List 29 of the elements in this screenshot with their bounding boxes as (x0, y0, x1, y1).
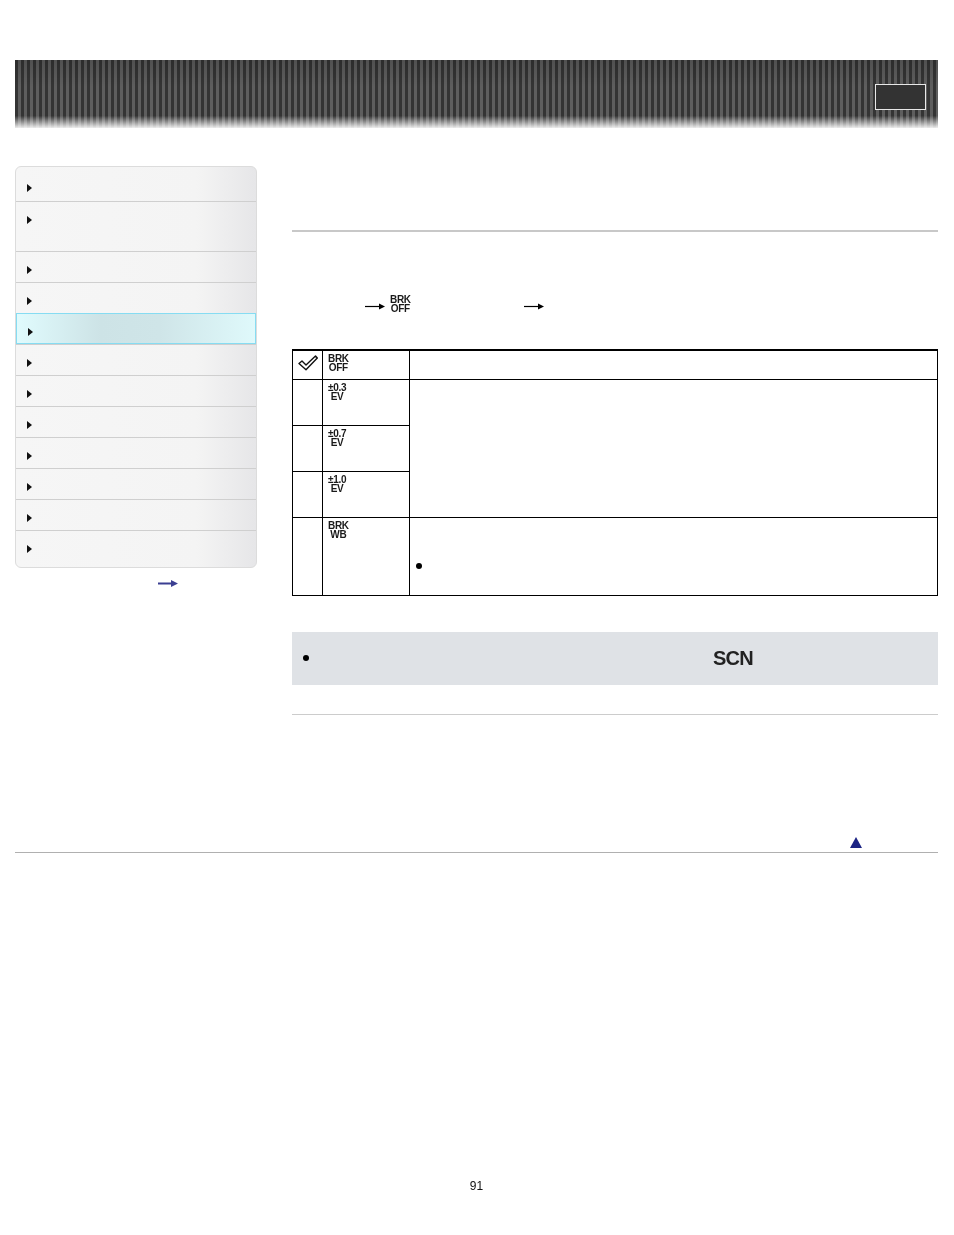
header-button[interactable] (875, 84, 926, 110)
right-triangle-icon (27, 452, 32, 460)
mode-label: ±1.0 EV (328, 474, 347, 493)
right-arrow-icon (365, 303, 385, 310)
mode-label: BRK OFF (390, 295, 411, 313)
mode-label: ±0.7 EV (328, 428, 347, 447)
right-triangle-icon (27, 359, 32, 367)
check-icon (298, 355, 318, 371)
right-triangle-icon (28, 328, 33, 336)
right-arrow-icon[interactable] (158, 580, 178, 587)
right-triangle-icon (27, 266, 32, 274)
right-triangle-icon (27, 297, 32, 305)
right-triangle-icon (27, 483, 32, 491)
right-triangle-icon (27, 390, 32, 398)
mode-label: SCN (713, 647, 753, 669)
mode-label: ±0.3 EV (328, 382, 347, 401)
right-triangle-icon (27, 514, 32, 522)
bullet-icon (303, 655, 309, 661)
right-triangle-icon (27, 216, 32, 224)
up-triangle-icon[interactable] (850, 836, 862, 848)
right-triangle-icon (27, 545, 32, 553)
mode-label: BRK OFF (328, 354, 349, 372)
right-triangle-icon (27, 184, 32, 192)
mode-label: BRK WB (328, 520, 349, 539)
sidebar-item[interactable] (16, 313, 256, 344)
bullet-icon (416, 562, 422, 569)
right-arrow-icon (523, 303, 544, 310)
right-triangle-icon (27, 421, 32, 429)
page-number: 91 (469, 1178, 484, 1193)
